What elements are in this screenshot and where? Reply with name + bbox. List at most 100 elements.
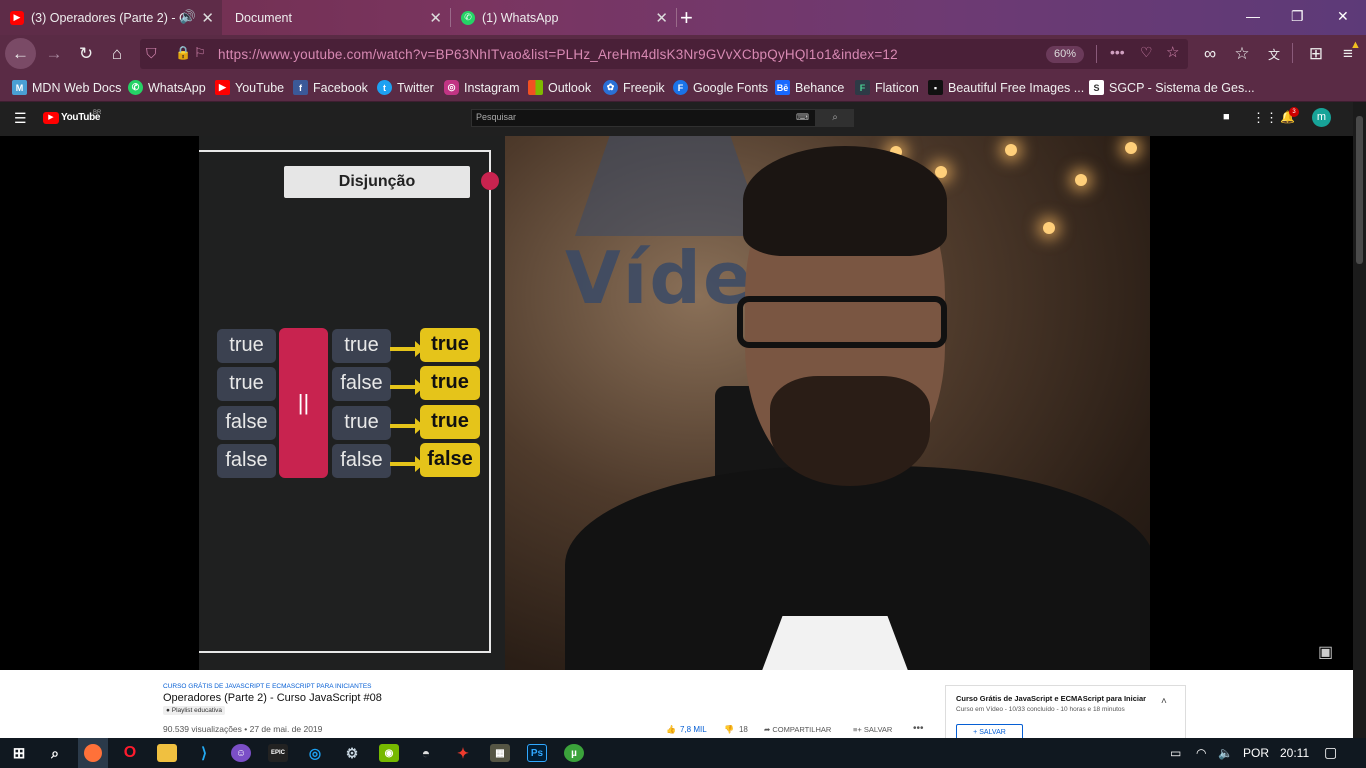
video-info: CURSO GRÁTIS DE JAVASCRIPT E ECMASCRIPT … <box>0 670 1353 740</box>
bookmark-twitter[interactable]: t Twitter <box>377 80 434 95</box>
speaker-icon[interactable]: 🔊 <box>180 9 196 25</box>
windows-taskbar: ⊞ ⌕ O ⟩ ☺ EPIC ◎ ⚙ ◉ ◓ ✦ ▦ Ps µ ▭ ◠ 🔈 PO… <box>0 738 1366 768</box>
lock-icon[interactable]: 🔒 <box>175 45 191 61</box>
tab-youtube[interactable]: ▶ (3) Operadores (Parte 2) - C 🔊 ✕ <box>0 0 222 35</box>
language-indicator[interactable]: POR <box>1243 746 1269 760</box>
close-tab-icon[interactable]: ✕ <box>429 9 442 27</box>
shield-icon[interactable]: ⛉ <box>146 45 157 62</box>
presenter-hair <box>743 146 947 256</box>
apps-grid-icon[interactable]: ⋮⋮ <box>1252 110 1278 126</box>
scrollbar-thumb[interactable] <box>1356 116 1363 264</box>
bookmark-label: YouTube <box>235 80 285 95</box>
home-icon[interactable]: ⌂ <box>103 40 131 68</box>
page-scrollbar[interactable] <box>1353 102 1366 738</box>
chevron-up-icon[interactable]: ˄ <box>1161 696 1167 707</box>
restore-icon[interactable]: ❐ <box>1291 8 1304 25</box>
forward-icon[interactable]: → <box>40 40 68 68</box>
search-button[interactable]: ⌕ <box>816 109 854 127</box>
search-input[interactable]: Pesquisar ⌨ <box>471 109 816 127</box>
close-tab-icon[interactable]: ✕ <box>655 9 668 27</box>
epic-games-icon[interactable]: EPIC <box>268 744 288 762</box>
region-code: BR <box>93 110 102 116</box>
new-tab-icon[interactable]: + <box>680 5 693 31</box>
light-bulb <box>1043 222 1055 234</box>
more-actions-icon[interactable]: ••• <box>1110 44 1125 60</box>
bookmark-freepik[interactable]: ✿ Freepik <box>603 80 665 95</box>
firefox-taskbar-icon[interactable] <box>78 738 108 768</box>
notification-center-icon[interactable]: ▢ <box>1324 744 1337 761</box>
operand-b: false <box>332 367 391 401</box>
bookmark-label: Instagram <box>464 80 520 95</box>
freepik-icon: ✿ <box>603 80 618 95</box>
video-frame[interactable]: Disjunção true true false false || true … <box>199 136 1150 670</box>
windows-start-icon[interactable]: ⊞ <box>9 744 29 762</box>
volume-icon[interactable]: 🔈 <box>1218 746 1233 760</box>
close-window-icon[interactable]: ✕ <box>1337 8 1349 25</box>
more-options-icon[interactable]: ••• <box>913 723 924 734</box>
extensions-icon[interactable]: ⊞ <box>1302 40 1330 68</box>
translate-icon[interactable]: 文 <box>1260 40 1288 68</box>
bookmarks-icon[interactable]: ☆ <box>1228 40 1256 68</box>
bookmark-sgcp[interactable]: S SGCP - Sistema de Ges... <box>1089 80 1255 95</box>
zoom-level[interactable]: 60% <box>1046 46 1084 63</box>
bookmark-youtube[interactable]: ▶ YouTube <box>215 80 284 95</box>
bookmark-google-fonts[interactable]: F Google Fonts <box>673 80 768 95</box>
bookmark-whatsapp[interactable]: ✆ WhatsApp <box>128 80 206 95</box>
origin-icon[interactable]: ✦ <box>453 744 473 762</box>
uplay-icon[interactable]: ◎ <box>305 744 325 762</box>
playlist-tag[interactable]: CURSO GRÁTIS DE JAVASCRIPT E ECMASCRIPT … <box>163 683 372 690</box>
minimize-icon[interactable]: — <box>1246 8 1260 24</box>
close-tab-icon[interactable]: ✕ <box>201 9 214 27</box>
keyboard-icon[interactable]: ⌨ <box>796 112 809 123</box>
bookmark-star-icon[interactable]: ☆ <box>1166 43 1179 61</box>
tab-label: Document <box>235 10 292 25</box>
photoshop-icon[interactable]: Ps <box>527 744 547 762</box>
utorrent-icon[interactable]: µ <box>564 744 584 762</box>
save-button[interactable]: ≡+ SALVAR <box>853 725 892 734</box>
divider <box>1096 45 1097 63</box>
battery-icon[interactable]: ▭ <box>1170 746 1181 760</box>
bookmark-flaticon[interactable]: F Flaticon <box>855 80 919 95</box>
hamburger-menu-icon[interactable]: ☰ <box>14 110 27 127</box>
tab-whatsapp[interactable]: ✆ (1) WhatsApp ✕ <box>451 0 677 35</box>
discord-icon[interactable]: ☺ <box>231 744 251 762</box>
bookmark-outlook[interactable]: Outlook <box>528 80 591 95</box>
search-icon[interactable]: ⌕ <box>45 744 65 762</box>
opera-icon[interactable]: O <box>120 744 140 762</box>
bookmark-facebook[interactable]: f Facebook <box>293 80 368 95</box>
clock[interactable]: 20:11 <box>1280 746 1309 760</box>
share-button[interactable]: ➦ COMPARTILHAR <box>764 725 831 734</box>
bookmark-instagram[interactable]: ◎ Instagram <box>444 80 520 95</box>
incognito-icon[interactable]: ∞ <box>1196 40 1224 68</box>
back-icon[interactable]: ← <box>5 38 36 69</box>
bookmark-mdn[interactable]: M MDN Web Docs <box>12 80 121 95</box>
bookmark-unsplash[interactable]: ▪ Beautiful Free Images ... <box>928 80 1084 95</box>
game-launcher-icon[interactable]: ▦ <box>490 744 510 762</box>
permissions-icon[interactable]: ⚐ <box>194 45 206 61</box>
url-text: https://www.youtube.com/watch?v=BP63NhIT… <box>218 47 898 62</box>
tab-document[interactable]: Document ✕ <box>223 0 451 35</box>
file-explorer-icon[interactable] <box>157 744 177 762</box>
dislike-button[interactable]: 👎 18 <box>724 725 748 734</box>
vscode-icon[interactable]: ⟩ <box>194 744 214 762</box>
bookmark-behance[interactable]: Bē Behance <box>775 80 844 95</box>
miniplayer-icon[interactable]: ▣ <box>1318 642 1333 662</box>
create-video-icon[interactable]: ■ <box>1223 111 1230 123</box>
sgcp-icon: S <box>1089 80 1104 95</box>
pocket-icon[interactable]: ♡ <box>1140 44 1153 61</box>
like-button[interactable]: 👍 7,8 MIL <box>666 725 707 734</box>
url-bar[interactable]: ⛉ 🔒 ⚐ https://www.youtube.com/watch?v=BP… <box>140 39 1188 69</box>
operand-a: false <box>217 406 276 440</box>
playlist-title[interactable]: Curso Grátis de JavaScript e ECMAScript … <box>956 694 1146 703</box>
avatar[interactable]: m <box>1312 108 1331 127</box>
likes-count: 7,8 MIL <box>679 725 707 734</box>
wifi-icon[interactable]: ◠ <box>1196 746 1206 760</box>
tab-bar: ▶ (3) Operadores (Parte 2) - C 🔊 ✕ Docum… <box>0 0 1366 35</box>
nvidia-icon[interactable]: ◉ <box>379 744 399 762</box>
steam-icon[interactable]: ⚙ <box>342 744 362 762</box>
arrow-icon <box>390 456 424 472</box>
light-bulb <box>1125 142 1137 154</box>
game-app-icon[interactable]: ◓ <box>416 744 436 762</box>
youtube-logo-icon[interactable]: ▶ <box>43 112 59 124</box>
reload-icon[interactable]: ↻ <box>72 40 100 68</box>
